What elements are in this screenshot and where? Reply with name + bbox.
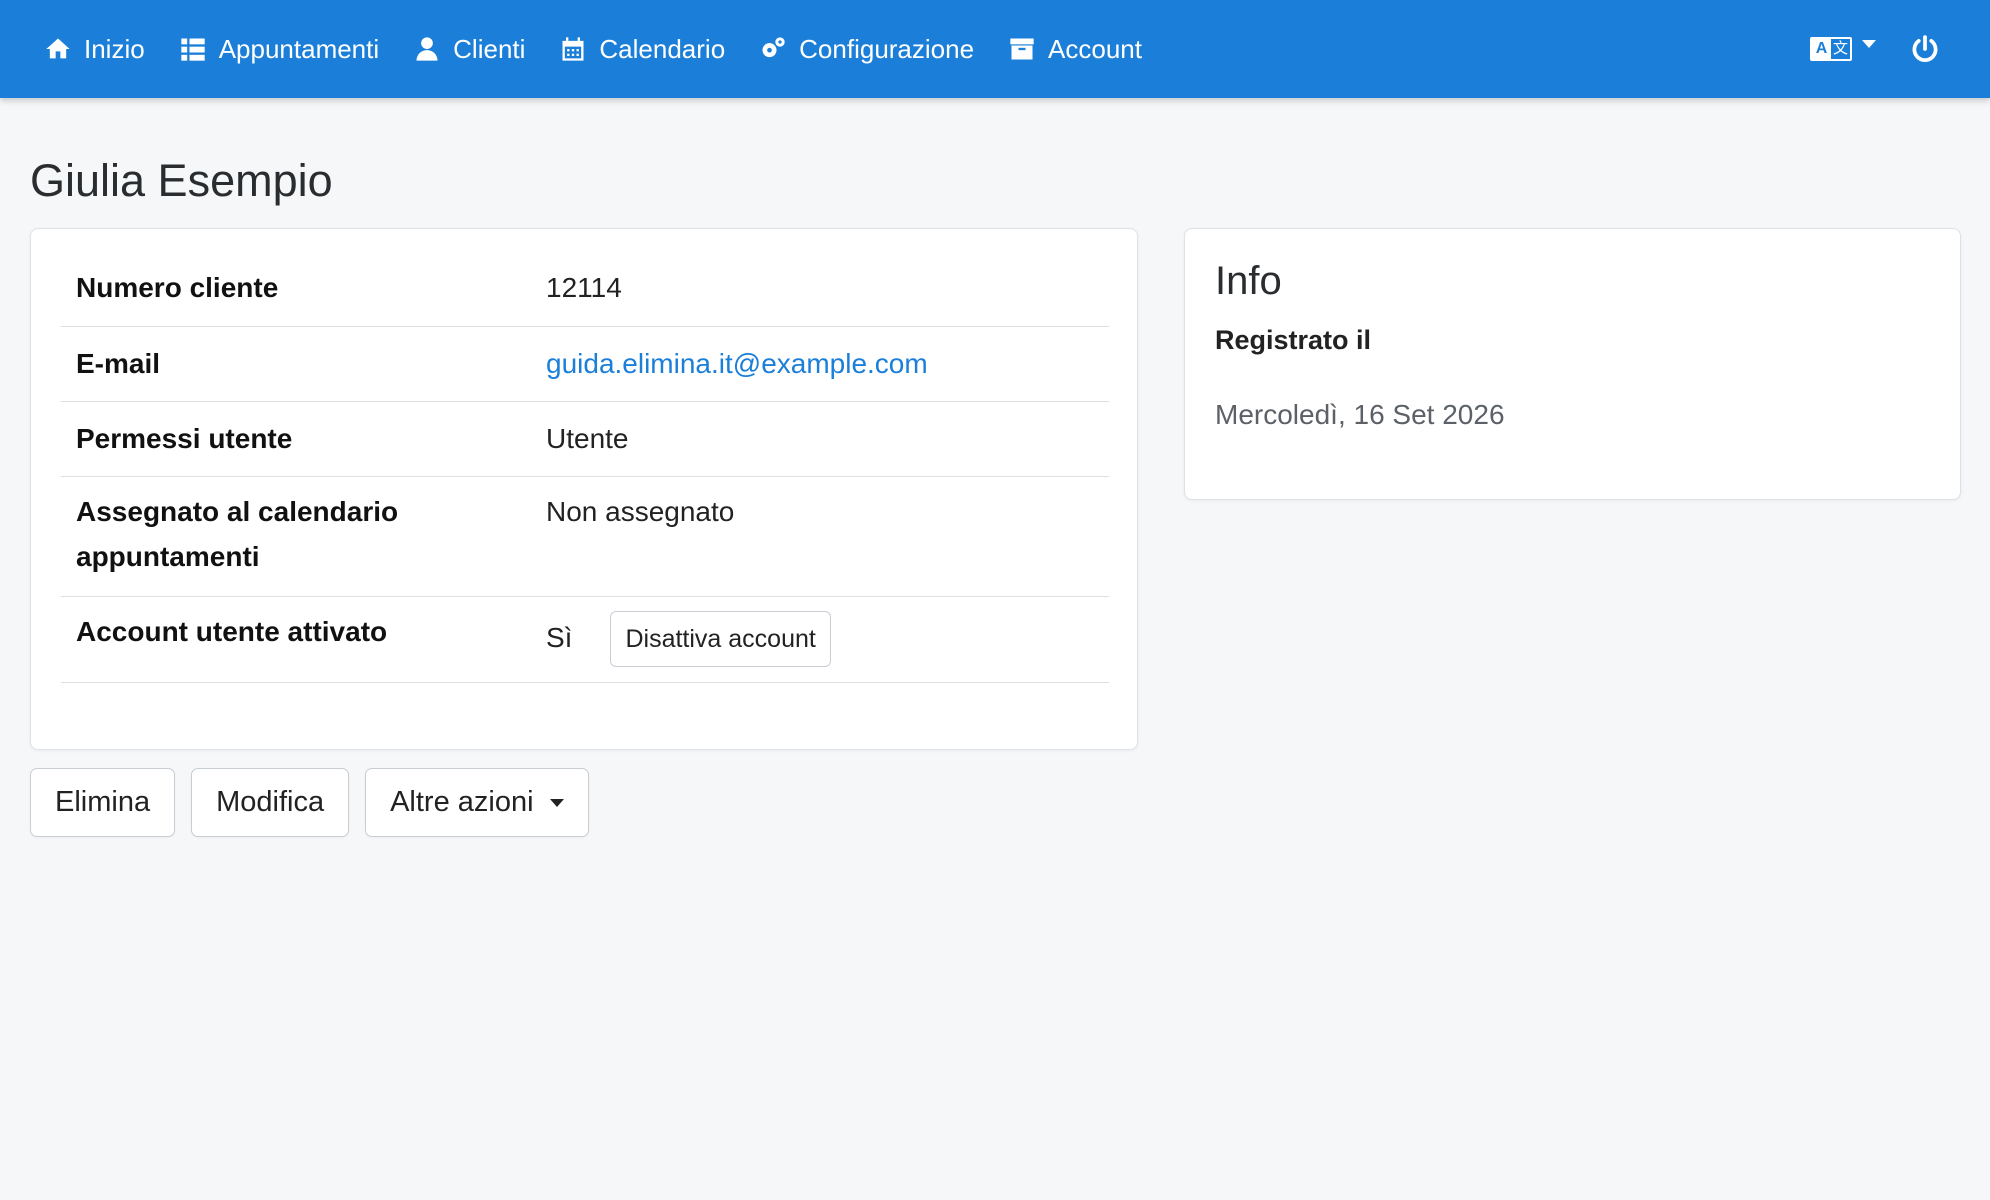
row-value: guida.elimina.it@example.com xyxy=(546,341,928,387)
nav-menu: Inizio Appuntamenti Clienti Calendario C… xyxy=(44,0,1176,98)
cogs-icon xyxy=(762,37,785,58)
registered-label: Registrato il xyxy=(1215,325,1372,355)
more-actions-dropdown[interactable]: Altre azioni xyxy=(365,768,589,837)
nav-item-calendario[interactable]: Calendario xyxy=(559,0,725,98)
account-active-value: Sì xyxy=(546,622,573,653)
row-label: Account utente attivato xyxy=(76,616,388,647)
more-actions-label: Altre azioni xyxy=(390,786,534,818)
page-title: Giulia Esempio xyxy=(30,155,333,206)
row-value: 12114 xyxy=(546,272,622,303)
power-icon xyxy=(1912,35,1938,62)
nav-label: Appuntamenti xyxy=(218,33,380,64)
archive-icon xyxy=(1010,38,1034,60)
list-icon xyxy=(181,38,205,61)
logout-button[interactable] xyxy=(1910,34,1940,64)
table-row: Assegnato al calendario appuntamenti Non… xyxy=(61,477,1109,597)
edit-button[interactable]: Modifica xyxy=(191,768,350,837)
action-buttons: Elimina Modifica Altre azioni xyxy=(30,768,605,837)
nav-label: Clienti xyxy=(453,33,526,64)
nav-label: Calendario xyxy=(599,33,726,64)
delete-label: Elimina xyxy=(55,786,151,818)
registered-date: Mercoledì, 16 Set 2026 xyxy=(1215,399,1505,430)
table-row: Account utente attivato Sì Disattiva acc… xyxy=(61,597,1109,683)
info-title: Info xyxy=(1215,259,1282,303)
home-icon xyxy=(46,38,70,59)
nav-item-account[interactable]: Account xyxy=(1008,0,1142,98)
table-row: Permessi utente Utente xyxy=(61,402,1109,477)
row-value: Utente xyxy=(546,423,629,454)
customer-details-card: Numero cliente 12114 E-mail guida.elimin… xyxy=(30,228,1138,750)
nav-label: Configurazione xyxy=(799,33,975,64)
row-value: Sì Disattiva account xyxy=(546,609,831,670)
language-icon: A文 xyxy=(1810,37,1852,61)
delete-button[interactable]: Elimina xyxy=(30,768,176,837)
calendar-icon xyxy=(562,37,584,61)
nav-item-inizio[interactable]: Inizio xyxy=(44,0,145,98)
top-navbar: Inizio Appuntamenti Clienti Calendario C… xyxy=(0,0,1990,98)
nav-label: Account xyxy=(1048,33,1142,64)
row-label: E-mail xyxy=(76,348,161,379)
row-value: Non assegnato xyxy=(546,496,735,527)
nav-item-configurazione[interactable]: Configurazione xyxy=(759,0,974,98)
table-row: Numero cliente 12114 xyxy=(61,251,1109,327)
user-icon xyxy=(416,37,438,61)
details-table: Numero cliente 12114 E-mail guida.elimin… xyxy=(61,251,1109,683)
edit-label: Modifica xyxy=(216,786,325,818)
chevron-down-icon xyxy=(549,798,564,807)
nav-right: A文 xyxy=(1810,0,1990,98)
nav-label: Inizio xyxy=(84,33,145,64)
table-row: E-mail guida.elimina.it@example.com xyxy=(61,327,1109,402)
deactivate-account-button[interactable]: Disattiva account xyxy=(610,611,831,667)
language-dropdown[interactable]: A文 xyxy=(1810,37,1876,61)
row-label: Permessi utente xyxy=(76,423,293,454)
chevron-down-icon xyxy=(1862,40,1876,48)
nav-item-clienti[interactable]: Clienti xyxy=(413,0,525,98)
row-label: Assegnato al calendario appuntamenti xyxy=(76,496,399,572)
row-label: Numero cliente xyxy=(76,272,279,303)
nav-item-appuntamenti[interactable]: Appuntamenti xyxy=(179,0,379,98)
info-card: Info Registrato il Mercoledì, 16 Set 202… xyxy=(1184,228,1961,500)
email-link[interactable]: guida.elimina.it@example.com xyxy=(546,341,928,386)
